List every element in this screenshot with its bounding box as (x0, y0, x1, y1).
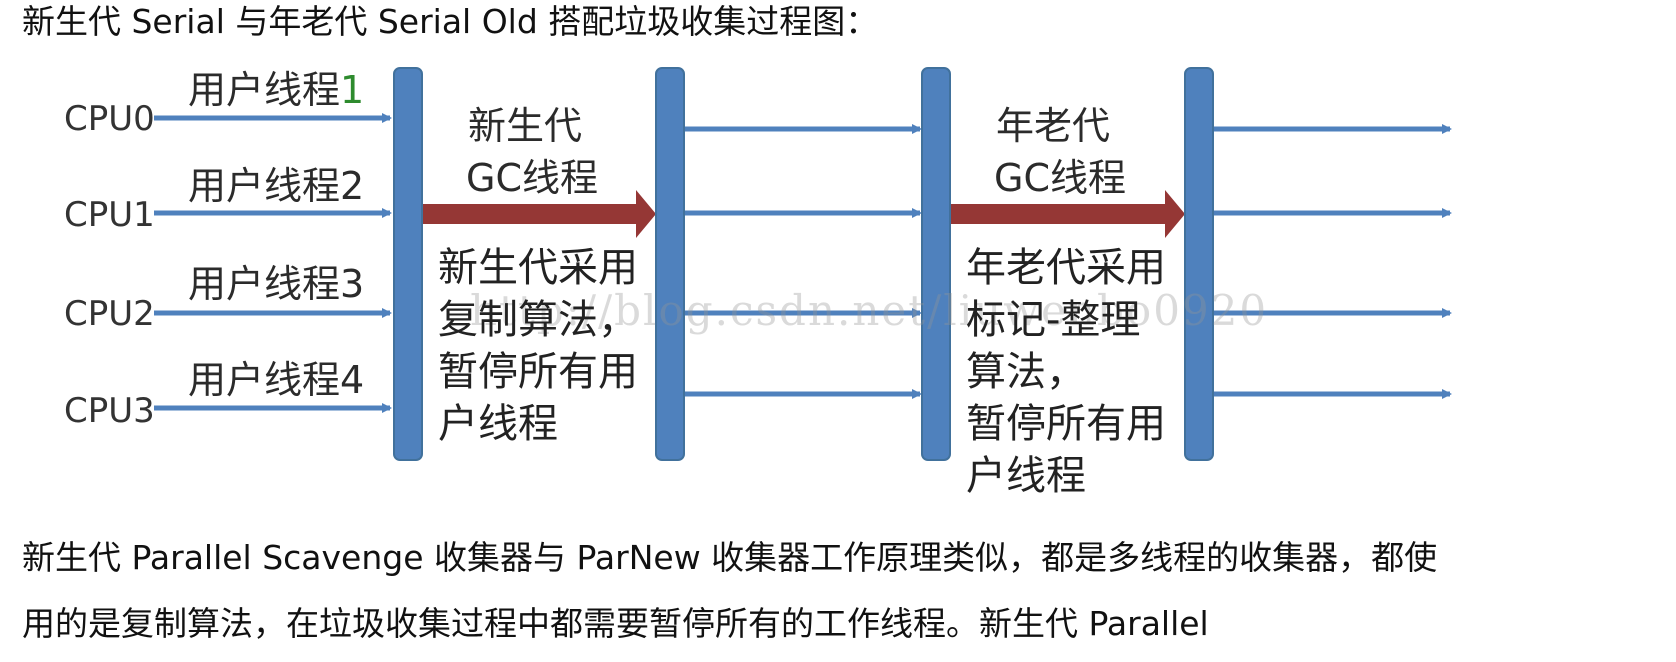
safepoint-bar-1 (393, 67, 423, 461)
thread-label: 用户线程3 (188, 262, 365, 306)
young-gc-description: 新生代采用 复制算法， 暂停所有用 户线程 (438, 245, 638, 447)
cpu-label: CPU1 (64, 195, 155, 235)
cpu-label: CPU2 (64, 294, 155, 334)
cpu-label: CPU0 (64, 99, 155, 139)
thread-label: 用户线程4 (188, 358, 365, 402)
young-gc-title: 新生代 (468, 104, 583, 148)
gc-process-figure: http://blog.csdn.net/liuwenbo0920 CPU0 C… (60, 62, 1596, 530)
cpu-label: CPU3 (64, 391, 155, 431)
user-thread-arrows-1 (685, 124, 922, 399)
old-gc-description: 年老代采用 标记-整理 算法， 暂停所有用 户线程 (966, 245, 1166, 499)
safepoint-bar-4 (1184, 67, 1214, 461)
safepoint-bar-2 (655, 67, 685, 461)
old-gc-title: 年老代 (996, 104, 1111, 148)
section-heading: 新生代 Serial 与年老代 Serial Old 搭配垃圾收集过程图： (22, 2, 879, 41)
old-gc-title: GC线程 (994, 156, 1126, 200)
paragraph-line: 新生代 Parallel Scavenge 收集器与 ParNew 收集器工作原… (22, 538, 1438, 577)
thread-label: 用户线程2 (188, 164, 365, 208)
thread-label: 用户线程1 (188, 68, 365, 112)
safepoint-bar-3 (921, 67, 951, 461)
paragraph-line: 用的是复制算法，在垃圾收集过程中都需要暂停所有的工作线程。新生代 Paralle… (22, 604, 1209, 643)
young-gc-title: GC线程 (466, 156, 598, 200)
user-thread-arrows-2 (1212, 124, 1452, 399)
